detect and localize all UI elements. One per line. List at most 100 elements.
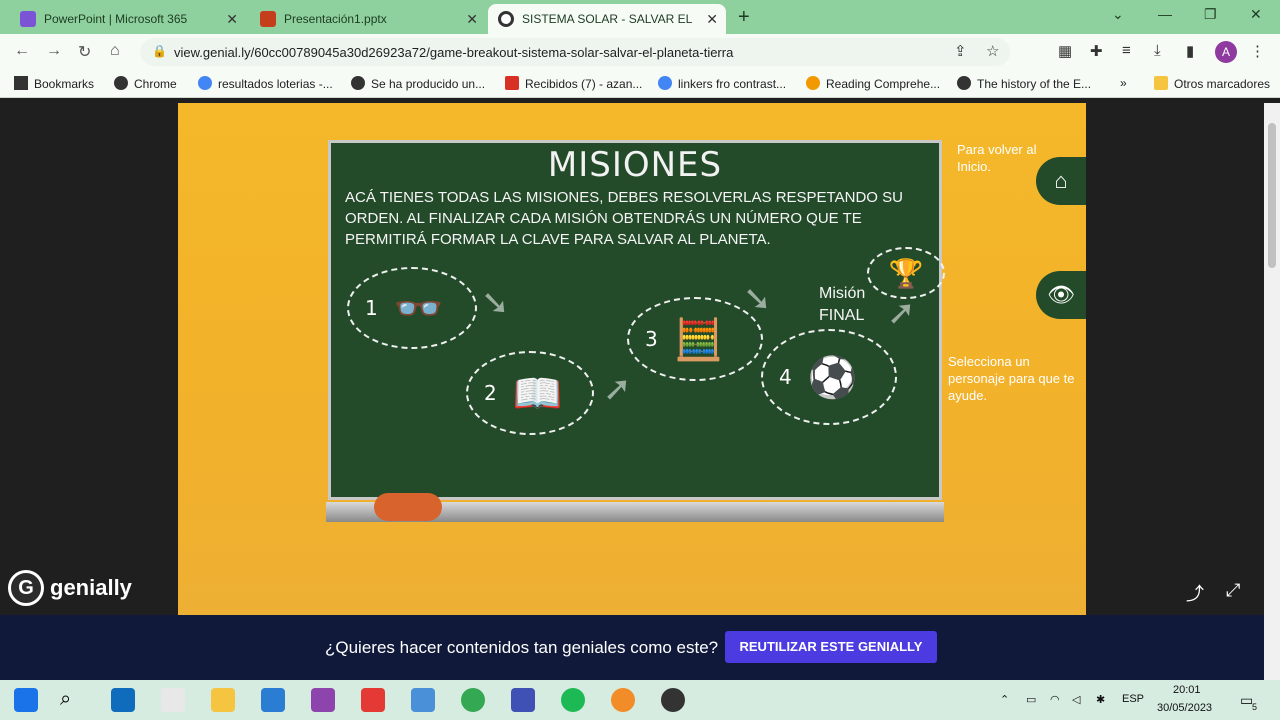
bookmark-label: The history of the E... xyxy=(977,77,1092,91)
restore-button[interactable]: ❐ xyxy=(1204,6,1217,23)
volume-icon[interactable]: ◁ xyxy=(1072,693,1080,706)
battery-icon[interactable]: ▭ xyxy=(1026,693,1036,706)
bookmark-item[interactable]: Reading Comprehe... xyxy=(806,76,940,91)
reading-list-icon[interactable]: ≡ xyxy=(1122,42,1131,59)
genially-logo[interactable]: G genially xyxy=(8,570,132,606)
extension-icon[interactable]: ▦ xyxy=(1058,42,1072,60)
globe-icon xyxy=(351,76,365,90)
bookmark-item[interactable]: resultados loterias -... xyxy=(198,76,333,91)
scrollbar-thumb[interactable] xyxy=(1268,123,1276,268)
bookmark-folder[interactable]: Otros marcadores xyxy=(1154,76,1270,91)
todo-icon[interactable] xyxy=(261,688,285,712)
app-icon[interactable] xyxy=(361,688,385,712)
bookmark-label: linkers fro contrast... xyxy=(678,77,787,91)
windows-start-icon[interactable] xyxy=(14,688,38,712)
lock-icon[interactable]: 🔒 xyxy=(152,44,167,58)
folder-icon xyxy=(1154,76,1168,90)
fullscreen-icon[interactable]: ⤢ xyxy=(1226,580,1240,601)
mission-4-button[interactable]: 4 ⚽ xyxy=(761,329,897,425)
share-icon[interactable]: ⇪ xyxy=(954,42,967,60)
reload-icon[interactable]: ↻ xyxy=(78,42,91,62)
close-icon[interactable]: ✕ xyxy=(706,11,718,28)
back-icon[interactable]: ← xyxy=(14,42,30,60)
instructions-text: ACÁ TIENES TODAS LAS MISIONES, DEBES RES… xyxy=(345,189,903,248)
home-button[interactable]: ⌂ xyxy=(1036,157,1086,205)
reuse-button[interactable]: REUTILIZAR ESTE GENIALLY xyxy=(725,631,937,663)
spotify-icon[interactable] xyxy=(561,688,585,712)
final-mission-button[interactable]: 🏆 xyxy=(867,247,945,299)
browser-toolbar: ← → ↻ ⌂ 🔒 view.genial.ly/60cc00789045a30… xyxy=(0,34,1280,70)
language-indicator[interactable]: ESP xyxy=(1122,693,1144,705)
character-button[interactable]: 👁 xyxy=(1036,271,1086,319)
close-icon[interactable]: ✕ xyxy=(466,11,478,28)
side-panel-icon[interactable]: ▮ xyxy=(1186,42,1194,60)
mission-number: 1 xyxy=(365,296,378,320)
bookmark-label: Otros marcadores xyxy=(1174,77,1271,91)
home-icon: ⌂ xyxy=(1054,168,1068,193)
download-icon[interactable]: ⤓ xyxy=(1154,42,1161,59)
new-tab-button[interactable]: + xyxy=(738,6,750,29)
star-icon xyxy=(14,76,28,90)
chrome-icon[interactable] xyxy=(461,688,485,712)
clock-date[interactable]: 30/05/2023 xyxy=(1157,702,1212,714)
app-icon[interactable] xyxy=(661,688,685,712)
puzzle-icon[interactable]: ✚ xyxy=(1090,42,1103,60)
bookmark-item[interactable]: Chrome xyxy=(114,76,177,91)
soccer-ball-icon: ⚽ xyxy=(807,355,858,400)
mission-number: 4 xyxy=(779,365,792,389)
home-hint: Para volver al Inicio. xyxy=(957,142,1037,174)
tab-sistema-solar[interactable]: SISTEMA SOLAR - SALVAR EL PLÁ ✕ xyxy=(488,4,726,34)
tab-presentacion[interactable]: Presentación1.pptx ✕ xyxy=(250,4,486,34)
eraser-image xyxy=(374,493,442,521)
scrollbar[interactable] xyxy=(1264,103,1280,680)
share-icon[interactable]: ⤴ xyxy=(1186,580,1204,606)
bookmark-label: Recibidos (7) - azan... xyxy=(525,77,643,91)
arrow-icon: ➚ xyxy=(603,370,632,408)
tray-chevron-icon[interactable]: ⌃ xyxy=(1000,693,1009,706)
tab-search-icon[interactable]: ⌄ xyxy=(1112,6,1124,23)
mission-2-button[interactable]: 2 📖 xyxy=(466,351,594,435)
bookmark-item[interactable]: The history of the E... xyxy=(957,76,1091,91)
powerpoint-icon xyxy=(20,11,36,27)
pen-app-icon[interactable] xyxy=(311,688,335,712)
store-icon[interactable] xyxy=(161,688,185,712)
search-icon[interactable]: ⌕ xyxy=(60,688,84,712)
book-icon: 📖 xyxy=(512,371,563,416)
mail-icon[interactable] xyxy=(111,688,135,712)
menu-icon[interactable]: ⋮ xyxy=(1250,42,1265,60)
app-icon[interactable] xyxy=(511,688,535,712)
genially-icon: G xyxy=(8,570,44,606)
close-icon[interactable]: ✕ xyxy=(226,11,238,28)
eye-icon: 👁 xyxy=(1047,282,1075,307)
star-icon[interactable]: ☆ xyxy=(986,42,999,60)
app-icon[interactable] xyxy=(411,688,435,712)
bookmark-item[interactable]: linkers fro contrast... xyxy=(658,76,786,91)
reuse-banner: ¿Quieres hacer contenidos tan geniales c… xyxy=(0,615,1264,680)
arrow-icon: ➚ xyxy=(887,294,916,332)
glasses-icon: 👓 xyxy=(393,286,444,331)
url-text: view.genial.ly/60cc00789045a30d26923a72/… xyxy=(174,44,734,60)
wifi-icon[interactable]: ◠ xyxy=(1050,693,1060,706)
final-label-line1: Misión xyxy=(819,285,866,302)
avatar[interactable]: A xyxy=(1215,41,1237,63)
arrow-icon: ➘ xyxy=(481,284,510,322)
minimize-button[interactable]: — xyxy=(1158,6,1172,22)
clock-time[interactable]: 20:01 xyxy=(1173,684,1201,696)
bookmark-item[interactable]: Se ha producido un... xyxy=(351,76,485,91)
more-bookmarks-icon[interactable]: » xyxy=(1120,76,1127,90)
address-bar[interactable]: 🔒 view.genial.ly/60cc00789045a30d26923a7… xyxy=(140,38,1010,66)
google-icon xyxy=(198,76,212,90)
bookmark-item[interactable]: Bookmarks xyxy=(14,76,94,91)
tab-powerpoint[interactable]: PowerPoint | Microsoft 365 ✕ xyxy=(10,4,246,34)
bookmark-item[interactable]: Recibidos (7) - azan... xyxy=(505,76,642,91)
forward-icon[interactable]: → xyxy=(46,42,62,60)
home-icon[interactable]: ⌂ xyxy=(110,42,120,60)
mission-1-button[interactable]: 1 👓 xyxy=(347,267,477,349)
tab-label: PowerPoint | Microsoft 365 xyxy=(44,12,188,26)
close-window-button[interactable]: ✕ xyxy=(1250,6,1262,23)
app-tray-icon[interactable]: ✱ xyxy=(1096,693,1105,706)
app-icon[interactable] xyxy=(611,688,635,712)
browser-tab-bar: PowerPoint | Microsoft 365 ✕ Presentació… xyxy=(0,0,1280,34)
notification-count: 5 xyxy=(1252,702,1258,712)
file-explorer-icon[interactable] xyxy=(211,688,235,712)
